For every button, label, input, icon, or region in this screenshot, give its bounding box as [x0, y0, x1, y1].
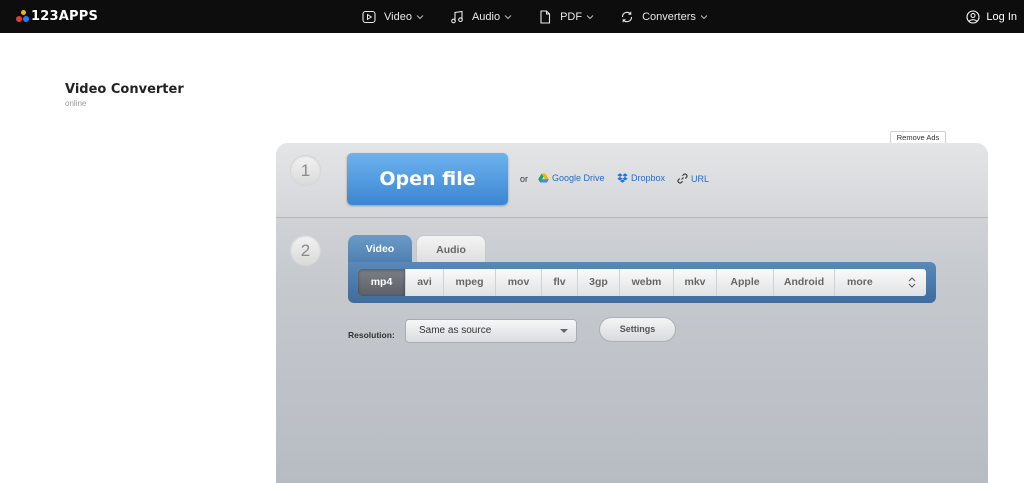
converter-panel: 1 Open file or Google Drive Dropbox URL … — [276, 143, 988, 483]
format-mpeg[interactable]: mpeg — [444, 269, 496, 296]
step-2-number: 2 — [290, 235, 321, 266]
user-circle-icon — [966, 9, 980, 24]
format-strip: mp4 avi mpeg mov flv 3gp webm mkv Apple … — [348, 262, 936, 303]
main-nav: Video Audio PDF Converters — [362, 0, 734, 33]
chevron-down-icon — [586, 14, 594, 19]
brand-logo[interactable]: 123APPS — [16, 7, 98, 25]
dropbox-link[interactable]: Dropbox — [617, 173, 665, 183]
format-selector: mp4 avi mpeg mov flv 3gp webm mkv Apple … — [358, 269, 926, 296]
url-label: URL — [691, 173, 710, 184]
login-button[interactable]: Log In — [966, 0, 1017, 33]
nav-item-audio-label: Audio — [471, 10, 501, 23]
nav-item-converters-label: Converters — [642, 10, 696, 23]
settings-button[interactable]: Settings — [599, 317, 676, 342]
format-webm[interactable]: webm — [620, 269, 674, 296]
top-nav-bar: 123APPS Video Audio PDF Converters Log I… — [0, 0, 1024, 33]
format-more-dropdown[interactable]: more — [835, 269, 926, 296]
brand-name: 123APPS — [31, 8, 99, 24]
step-2-section: 2 Audio Video mp4 avi mpeg mov flv 3gp w… — [276, 219, 988, 483]
format-android[interactable]: Android — [774, 269, 835, 296]
resolution-select[interactable]: Same as source — [405, 319, 577, 343]
tab-audio[interactable]: Audio — [416, 235, 486, 263]
open-file-button[interactable]: Open file — [347, 153, 508, 205]
format-more-label: more — [847, 276, 873, 288]
page-subtitle: online — [65, 99, 87, 108]
step-1-section: 1 Open file or Google Drive Dropbox URL — [276, 143, 988, 218]
convert-arrows-icon — [622, 11, 633, 22]
chevron-down-icon — [700, 14, 708, 19]
document-icon — [540, 9, 551, 24]
resolution-label: Resolution: — [348, 330, 395, 340]
url-link[interactable]: URL — [677, 173, 709, 184]
dropbox-icon — [617, 173, 628, 183]
google-drive-link[interactable]: Google Drive — [538, 173, 605, 183]
link-icon — [677, 173, 688, 184]
or-text: or — [520, 174, 529, 184]
format-mp4[interactable]: mp4 — [358, 269, 406, 296]
nav-item-converters[interactable]: Converters — [620, 10, 708, 24]
page-title: Video Converter — [65, 82, 184, 97]
tab-video[interactable]: Video — [348, 235, 412, 263]
chevron-down-icon — [416, 14, 424, 19]
updown-arrows-icon — [908, 269, 916, 296]
music-note-icon — [451, 10, 463, 23]
dropbox-label: Dropbox — [631, 173, 666, 183]
video-icon — [362, 10, 376, 23]
logo-dots-icon — [16, 9, 29, 23]
nav-item-video-label: Video — [384, 10, 412, 23]
caret-down-icon — [560, 329, 568, 333]
format-mkv[interactable]: mkv — [674, 269, 717, 296]
format-apple[interactable]: Apple — [717, 269, 774, 296]
login-label: Log In — [986, 10, 1017, 23]
nav-item-pdf[interactable]: PDF — [538, 9, 594, 24]
nav-item-pdf-label: PDF — [560, 10, 583, 23]
format-mov[interactable]: mov — [496, 269, 542, 296]
format-3gp[interactable]: 3gp — [578, 269, 620, 296]
format-flv[interactable]: flv — [542, 269, 578, 296]
nav-item-video[interactable]: Video — [362, 10, 424, 24]
google-drive-icon — [538, 173, 549, 183]
google-drive-label: Google Drive — [552, 173, 605, 183]
chevron-down-icon — [504, 14, 512, 19]
resolution-value: Same as source — [419, 325, 492, 336]
step-1-number: 1 — [290, 155, 321, 186]
nav-item-audio[interactable]: Audio — [450, 10, 512, 24]
format-avi[interactable]: avi — [406, 269, 444, 296]
